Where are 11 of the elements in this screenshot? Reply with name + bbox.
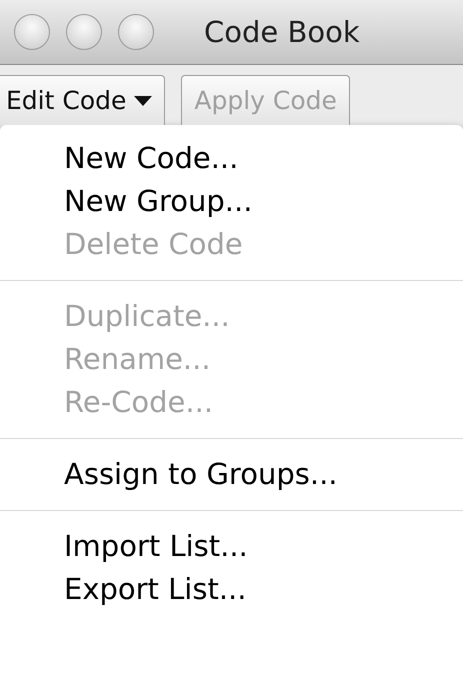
window-control-button[interactable] bbox=[14, 14, 50, 50]
menu-item[interactable]: Export List... bbox=[0, 568, 463, 611]
menu-item[interactable]: New Group... bbox=[0, 180, 463, 223]
window-control-button[interactable] bbox=[118, 14, 154, 50]
menu-item[interactable]: Import List... bbox=[0, 525, 463, 568]
menu-item[interactable]: New Code... bbox=[0, 137, 463, 180]
caret-icon bbox=[134, 96, 152, 106]
window-title: Code Book bbox=[204, 15, 360, 49]
window-control-button[interactable] bbox=[66, 14, 102, 50]
menu-item[interactable]: Assign to Groups... bbox=[0, 453, 463, 496]
edit-menu-button[interactable]: Edit Code bbox=[0, 75, 166, 125]
